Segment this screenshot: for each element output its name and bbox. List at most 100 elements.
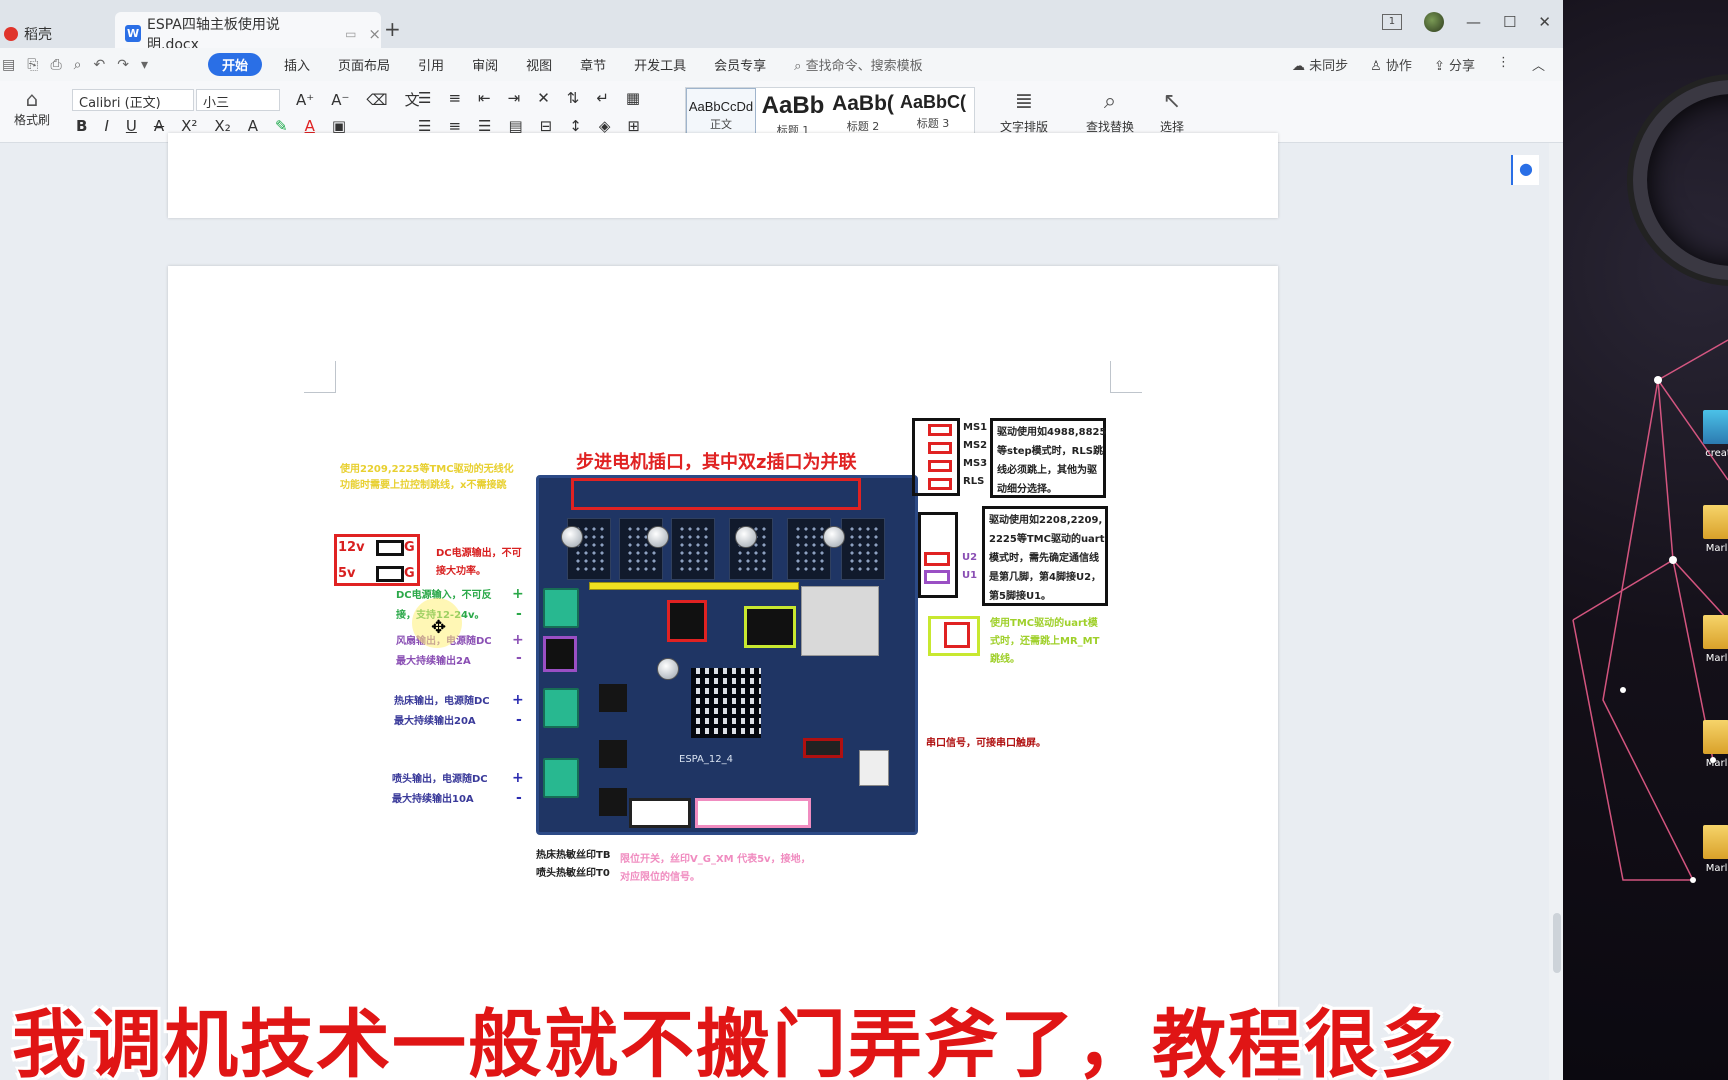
dc-in-minus: - — [516, 606, 522, 622]
style-heading3-preview: AaBbC( — [900, 92, 966, 112]
menu-review[interactable]: 审阅 — [458, 55, 512, 74]
desktop-icon-marlin-1[interactable]: Marli — [1703, 505, 1728, 554]
tab-home-label: 稻壳 — [24, 26, 52, 43]
mr-mt-jumper — [944, 622, 970, 648]
find-replace-button[interactable]: ⌕ 查找替换 — [1086, 89, 1134, 135]
stepper-connector-frame — [571, 478, 861, 510]
grow-font-icon[interactable]: A⁺ — [296, 91, 314, 109]
menu-chapter[interactable]: 章节 — [566, 55, 620, 74]
font-name-select[interactable]: Calibri (正文) — [72, 89, 194, 111]
bed-plus: + — [512, 692, 524, 708]
serial-header-frame — [803, 738, 843, 758]
dc-output-note-line1: DC电源输出，不可 — [436, 548, 522, 559]
collab-button[interactable]: ♙ 协作 — [1370, 55, 1412, 74]
sync-button[interactable]: ☁ 未同步 — [1292, 55, 1348, 74]
print-icon[interactable]: ⎙ — [50, 57, 61, 73]
decrease-indent-icon[interactable]: ⇤ — [478, 89, 491, 107]
vertical-scrollbar[interactable] — [1549, 143, 1563, 1080]
thermistor-nozzle-label: 喷头热敏丝印T0 — [536, 868, 610, 879]
endstop-connector-frame — [695, 798, 811, 828]
clear-format-icon[interactable]: ⌫ — [366, 91, 387, 109]
share-button[interactable]: ⇪ 分享 — [1434, 55, 1475, 74]
bullets-icon[interactable]: ☰ — [418, 89, 431, 107]
driver-socket — [787, 518, 831, 580]
table-style-icon[interactable]: ▦ — [626, 89, 640, 107]
export-pdf-icon[interactable]: ⎘ — [27, 57, 38, 73]
strikethrough-icon[interactable]: A — [154, 117, 164, 135]
select-button[interactable]: ↖ 选择 — [1160, 89, 1184, 135]
pin-icon[interactable]: ▭ — [345, 27, 356, 41]
jumper-12v — [376, 540, 404, 556]
numbering-icon[interactable]: ≡ — [448, 89, 461, 107]
collab-label: 协作 — [1385, 59, 1412, 74]
user-icon: ♙ — [1370, 59, 1386, 74]
step-note-line4: 动细分选择。 — [997, 484, 1057, 495]
ground-label-top: G — [404, 540, 415, 555]
save-icon[interactable]: ▤ — [2, 57, 15, 73]
close-window-button[interactable]: ✕ — [1538, 13, 1551, 31]
desktop-icon-marlin-2[interactable]: Marli — [1703, 615, 1728, 664]
ms1-label: MS1 — [963, 422, 988, 433]
format-painter-button[interactable]: ⌂ 格式刷 — [14, 87, 50, 128]
menu-home[interactable]: 开始 — [208, 53, 263, 76]
archive-icon — [1703, 410, 1728, 444]
green-note-line2: 式时，还需跳上MR_MT — [990, 636, 1100, 647]
menu-member[interactable]: 会员专享 — [700, 55, 780, 74]
redo-icon[interactable]: ↷ — [117, 57, 129, 73]
uart-note-line3: 模式时，需先确定通信线 — [989, 553, 1099, 564]
font-size-select[interactable]: 小三 — [196, 89, 280, 111]
increase-indent-icon[interactable]: ⇥ — [508, 89, 521, 107]
quick-access-toolbar: ▤ ⎘ ⎙ ⌕ ↶ ↷ ▾ — [0, 57, 200, 73]
minimize-button[interactable]: — — [1466, 13, 1481, 31]
maximize-button[interactable]: ☐ — [1503, 13, 1516, 31]
font-size-tools: A⁺ A⁻ ⌫ 文 — [296, 89, 420, 110]
fan-minus: - — [516, 650, 522, 666]
format-painter-label: 格式刷 — [14, 113, 51, 127]
customize-icon[interactable]: ▾ — [141, 57, 148, 73]
command-search[interactable]: ⌕ 查找命令、搜索模板 — [794, 55, 922, 74]
green-note-line1: 使用TMC驱动的uart模 — [990, 618, 1098, 629]
network-node — [1669, 556, 1677, 564]
step-note-line1: 驱动使用如4988,8825 — [997, 427, 1107, 438]
desktop-icon-creat[interactable]: creat — [1703, 410, 1728, 459]
desktop-icon-marlin-3[interactable]: Marli — [1703, 720, 1728, 769]
location-pin-icon[interactable]: ● — [1511, 155, 1539, 185]
desktop-icon-marlin-4[interactable]: Marli — [1703, 825, 1728, 874]
print-preview-icon[interactable]: ⌕ — [74, 57, 82, 73]
menu-view[interactable]: 视图 — [512, 55, 566, 74]
fan-connector-frame — [543, 636, 577, 672]
style-heading1-preview: AaBb — [761, 92, 825, 119]
italic-icon[interactable]: I — [104, 117, 108, 135]
bold-icon[interactable]: B — [76, 117, 87, 135]
style-normal-name: 正文 — [710, 118, 732, 131]
menu-references[interactable]: 引用 — [404, 55, 458, 74]
menu-insert[interactable]: 插入 — [270, 55, 324, 74]
bed-minus: - — [516, 712, 522, 728]
menu-developer[interactable]: 开发工具 — [620, 55, 700, 74]
menu-page-layout[interactable]: 页面布局 — [324, 55, 404, 74]
mouse-cursor-icon: ✥ — [431, 617, 447, 638]
show-marks-icon[interactable]: ↵ — [596, 89, 609, 107]
desktop-icon-marlin-4-label: Marli — [1705, 863, 1728, 874]
voltage-5v-label: 5v — [338, 566, 356, 581]
ms1-jumper — [928, 424, 952, 436]
docer-logo-icon — [4, 26, 18, 41]
collapse-ribbon-icon[interactable]: ︿ — [1532, 55, 1545, 74]
scrollbar-thumb[interactable] — [1553, 913, 1561, 973]
sort-icon[interactable]: ⇅ — [567, 89, 580, 107]
page-previous[interactable] — [168, 133, 1278, 218]
more-icon[interactable]: ⋮ — [1497, 55, 1510, 74]
text-layout-button[interactable]: ≣ 文字排版 — [1000, 89, 1048, 135]
user-avatar[interactable] — [1423, 12, 1444, 32]
u1-label: U1 — [962, 570, 978, 581]
new-tab-button[interactable]: + — [384, 17, 401, 41]
close-tab-icon[interactable]: × — [368, 25, 381, 43]
shrink-font-icon[interactable]: A⁻ — [331, 91, 349, 109]
undo-icon[interactable]: ↶ — [93, 57, 105, 73]
layout-icon[interactable]: 1 — [1381, 14, 1402, 30]
voltage-12v-label: 12v — [338, 540, 365, 555]
underline-icon[interactable]: U — [126, 117, 137, 135]
cloud-icon: ☁ — [1291, 59, 1310, 74]
board-diagram-image[interactable]: 步进电机插口，其中双z插口为并联 ESPA_12_4 使用2209,2225等T… — [334, 410, 1110, 890]
chinese-layout-icon[interactable]: ✕ — [537, 89, 550, 107]
